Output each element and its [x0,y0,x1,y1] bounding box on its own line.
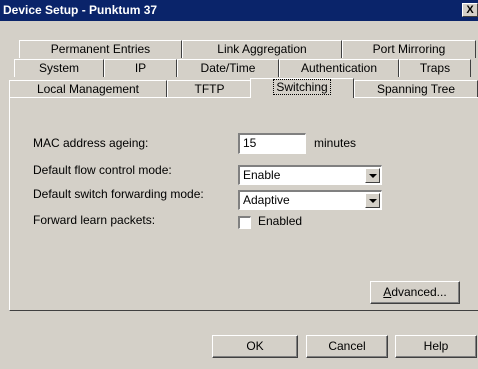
tab-authentication[interactable]: Authentication [279,59,399,77]
flow-control-select[interactable]: Enable [238,165,382,185]
tab-switching[interactable]: Switching [250,78,354,98]
tab-system[interactable]: System [14,59,104,77]
tab-label: Switching [273,79,331,95]
advanced-button[interactable]: Advanced... [370,281,460,304]
mac-ageing-input[interactable]: 15 [238,133,306,154]
tab-label: Local Management [36,82,140,96]
tab-label: Traps [419,61,451,75]
forwarding-label: Default switch forwarding mode: [33,187,204,201]
tab-label: Link Aggregation [217,42,307,56]
tab-link-aggregation[interactable]: Link Aggregation [182,40,342,58]
tab-date-time[interactable]: Date/Time [177,59,279,77]
learn-packets-label: Forward learn packets: [33,213,156,227]
ok-button-label: OK [246,339,264,353]
close-button[interactable]: X [462,3,478,17]
advanced-button-label: Advanced... [383,285,447,299]
tab-permanent-entries[interactable]: Permanent Entries [19,40,182,58]
close-icon: X [466,4,474,16]
tab-label: Port Mirroring [372,42,446,56]
tab-ip[interactable]: IP [104,59,177,77]
tab-label: IP [134,61,147,75]
learn-packets-checkbox-label[interactable]: Enabled [258,214,302,228]
tab-label: Permanent Entries [50,42,151,56]
chevron-down-icon[interactable] [365,193,380,208]
tab-label: Date/Time [200,61,256,75]
window-title: Device Setup - Punktum 37 [3,3,158,17]
tab-label: Spanning Tree [376,82,456,96]
chevron-down-icon[interactable] [365,168,380,183]
mac-ageing-unit: minutes [314,136,357,150]
cancel-button-label: Cancel [328,339,366,353]
flow-control-value: Enable [243,168,281,182]
flow-control-label: Default flow control mode: [33,163,172,177]
forwarding-value: Adaptive [243,193,290,207]
mac-ageing-label: MAC address ageing: [33,136,149,150]
tab-label: System [38,61,79,75]
ok-button[interactable]: OK [212,335,298,358]
tab-traps[interactable]: Traps [399,59,471,77]
learn-packets-checkbox[interactable] [238,216,251,229]
tab-label: TFTP [194,82,225,96]
tab-label: Authentication [300,61,378,75]
tab-tftp[interactable]: TFTP [167,80,252,98]
mac-ageing-value: 15 [243,136,257,150]
tab-port-mirroring[interactable]: Port Mirroring [342,40,476,58]
help-button[interactable]: Help [395,335,477,358]
tab-spanning-tree[interactable]: Spanning Tree [354,80,478,98]
tab-local-management[interactable]: Local Management [9,80,167,98]
title-bar: Device Setup - Punktum 37 X [0,0,478,21]
cancel-button[interactable]: Cancel [306,335,388,358]
forwarding-select[interactable]: Adaptive [238,190,382,210]
help-button-label: Help [423,339,449,353]
